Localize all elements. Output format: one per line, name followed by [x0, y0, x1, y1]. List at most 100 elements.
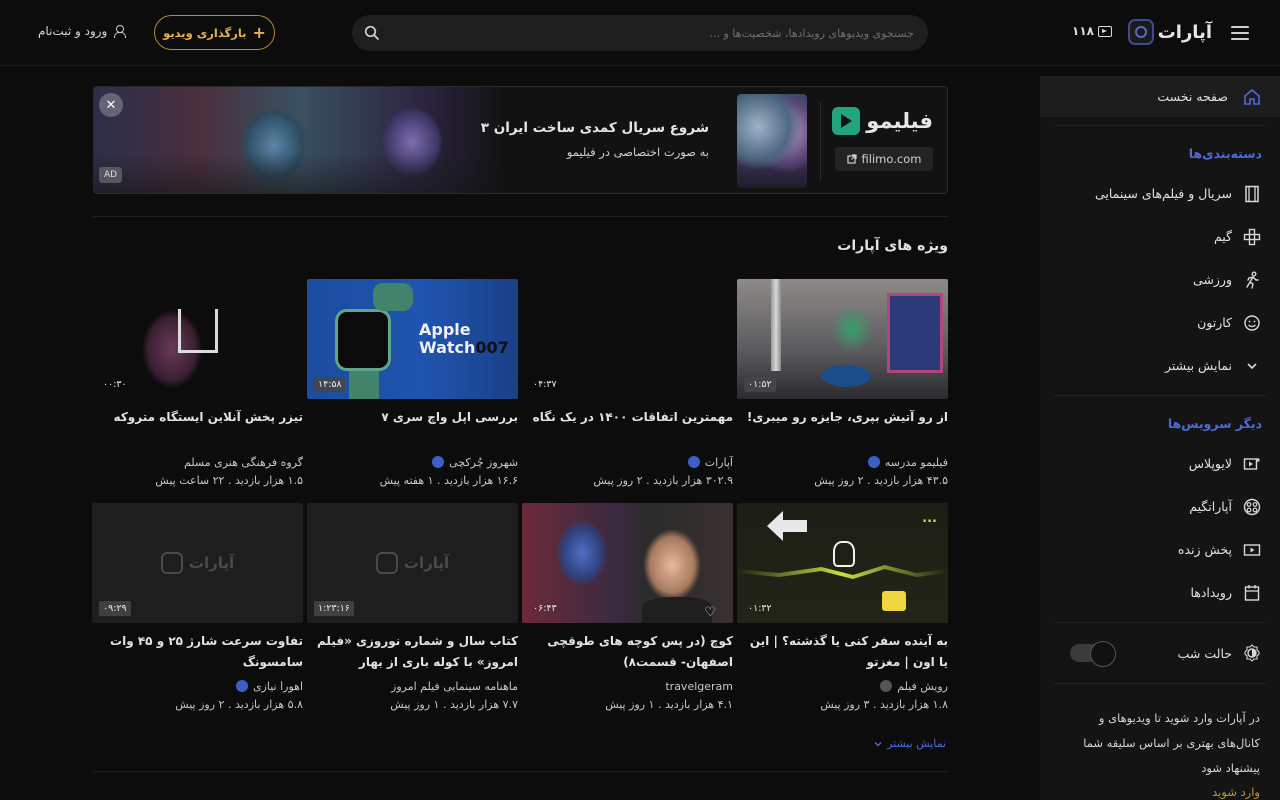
filimo-logo-text: فیلیمو — [866, 109, 933, 133]
video-thumbnail[interactable]: آپارات ۱:۲۳:۱۶ — [307, 503, 518, 623]
search-icon[interactable] — [364, 25, 380, 41]
sidebar-item-aparatgame[interactable]: آپاراتگیم — [1040, 485, 1280, 528]
verified-badge-icon — [880, 680, 893, 692]
upload-video-button[interactable]: + بارگذاری ویدیو — [154, 15, 275, 50]
night-mode-toggle[interactable] — [1070, 641, 1116, 667]
video-title[interactable]: به آینده سفر کنی یا گذشته؟ | این یا اون … — [737, 631, 948, 673]
verified-badge-icon — [235, 680, 248, 692]
external-link-icon — [846, 154, 857, 164]
channel-name: رویش فیلم — [897, 679, 948, 693]
placeholder-logo-text: آپارات — [403, 554, 450, 572]
home-icon — [1242, 87, 1262, 107]
video-channel[interactable]: فیلیمو مدرسه — [737, 453, 948, 471]
video-title[interactable]: کوچ (در پس کوچه های طوقچی اصفهان- قسمت۸) — [522, 631, 733, 673]
filimo-link-button[interactable]: filimo.com — [835, 147, 933, 171]
sidebar-item-label: رویدادها — [1190, 585, 1232, 600]
sidebar-item-game[interactable]: گیم — [1040, 215, 1280, 258]
video-thumbnail[interactable]: آپارات ۰۹:۲۹ — [92, 503, 303, 623]
sidebar-item-home[interactable]: صفحه نخست — [1040, 76, 1280, 117]
smiley-icon — [1242, 313, 1262, 333]
live-icon — [1242, 540, 1262, 560]
view-count: ۱۶.۶ هزار بازدید — [444, 474, 518, 487]
video-card[interactable]: Apple Watch007 ۱۴:۵۸ بررسی اپل واچ سری ۷ … — [307, 279, 518, 487]
video-thumbnail[interactable]: Apple Watch007 ۱۴:۵۸ — [307, 279, 518, 399]
live-counter[interactable]: ۱۱۸ — [1072, 24, 1112, 38]
aparat-game-icon — [1242, 497, 1262, 517]
search-input[interactable] — [394, 15, 914, 51]
video-card[interactable]: ... ۰۱:۳۲ به آینده سفر کنی یا گذشته؟ | ا… — [737, 503, 948, 711]
sidebar-item-live[interactable]: پخش زنده — [1040, 528, 1280, 571]
categories-heading: دسته‌بندی‌ها — [1188, 145, 1262, 161]
sidebar-login-link[interactable]: وارد شوید — [1040, 781, 1280, 799]
video-title[interactable]: مهمترین اتفاقات ۱۴۰۰ در یک نگاه — [522, 407, 733, 449]
sidebar-item-label: لایوپلاس — [1188, 456, 1232, 471]
heart-icon[interactable]: ♡ — [702, 605, 716, 620]
video-channel[interactable]: travelgeram — [522, 677, 733, 695]
video-meta: ۷.۷ هزار بازدید . ۱ روز پیش — [390, 698, 518, 711]
video-channel[interactable]: اهورا نیازی — [92, 677, 303, 695]
verified-badge-icon — [867, 456, 880, 468]
banner-poster — [737, 94, 807, 188]
sidebar-show-more[interactable]: نمایش بیشتر — [1040, 344, 1280, 387]
upload-age: ۲ روز پیش — [814, 474, 864, 487]
login-button[interactable]: ورود و ثبت‌نام — [38, 24, 127, 38]
aparat-logo[interactable]: آپارات — [1127, 18, 1212, 46]
upload-age: ۳ روز پیش — [820, 698, 870, 711]
video-card[interactable]: ۰۰:۳۰ تیزر پخش آنلاین ایستگاه متروکه گرو… — [92, 279, 303, 487]
sidebar-item-sports[interactable]: ورزشی — [1040, 258, 1280, 301]
show-more-link[interactable]: نمایش بیشتر — [873, 737, 946, 750]
divider — [93, 771, 948, 772]
film-icon — [1242, 184, 1262, 204]
video-icon — [1098, 25, 1112, 37]
hamburger-menu-icon[interactable] — [1228, 22, 1252, 42]
runner-icon — [1242, 270, 1262, 290]
sidebar-item-cartoon[interactable]: کارتون — [1040, 301, 1280, 344]
verified-badge-icon — [687, 456, 700, 468]
video-card[interactable]: ♡ ۰۶:۴۳ کوچ (در پس کوچه های طوقچی اصفهان… — [522, 503, 733, 711]
video-meta: ۱۶.۶ هزار بازدید . ۱ هفته پیش — [379, 474, 518, 487]
video-meta: ۱.۵ هزار بازدید . ۲۲ ساعت پیش — [155, 474, 303, 487]
video-title[interactable]: بررسی اپل واچ سری ۷ — [307, 407, 518, 449]
divider — [1054, 622, 1266, 623]
video-channel[interactable]: ماهنامه سینمایی فیلم امروز — [307, 677, 518, 695]
search-bar — [352, 15, 928, 51]
brightness-icon — [1242, 643, 1262, 663]
gamepad-icon — [1242, 227, 1262, 247]
video-card[interactable]: آپارات ۰۹:۲۹ تفاوت سرعت شارژ ۲۵ و ۴۵ وات… — [92, 503, 303, 711]
video-channel[interactable]: گروه فرهنگی هنری مسلم — [92, 453, 303, 471]
sidebar-item-liveplus[interactable]: لایوپلاس — [1040, 442, 1280, 485]
aparat-logo-icon — [160, 552, 183, 574]
sidebar-item-events[interactable]: رویدادها — [1040, 571, 1280, 614]
video-thumbnail[interactable]: ♡ ۰۶:۴۳ — [522, 503, 733, 623]
video-channel[interactable]: شهروز چُرکچی — [307, 453, 518, 471]
aparat-logo-icon — [375, 552, 398, 574]
video-duration: ۰۶:۴۳ — [533, 603, 557, 614]
video-thumbnail[interactable]: ۰۴:۳۷ — [522, 279, 733, 399]
video-card[interactable]: آپارات ۱:۲۳:۱۶ کتاب سال و شماره نوروزی «… — [307, 503, 518, 711]
video-channel[interactable]: آپارات — [522, 453, 733, 471]
section-title: ویژه های آپارات — [837, 238, 948, 254]
video-title[interactable]: تیزر پخش آنلاین ایستگاه متروکه — [92, 407, 303, 449]
aparat-logo-icon — [1127, 19, 1154, 45]
video-title[interactable]: تفاوت سرعت شارژ ۲۵ و ۴۵ وات سامسونگ — [92, 631, 303, 673]
video-thumbnail[interactable]: ۰۰:۳۰ — [92, 279, 303, 399]
video-channel[interactable]: رویش فیلم — [737, 677, 948, 695]
video-card[interactable]: ۰۴:۳۷ مهمترین اتفاقات ۱۴۰۰ در یک نگاه آپ… — [522, 279, 733, 487]
view-count: ۷.۷ هزار بازدید — [449, 698, 518, 711]
video-card[interactable]: ۰۱:۵۲ از رو آتیش بپری، جایزه رو میبری! ف… — [737, 279, 948, 487]
view-count: ۴۳.۵ هزار بازدید — [874, 474, 948, 487]
video-title[interactable]: کتاب سال و شماره نوروزی «فیلم امروز» با … — [307, 631, 518, 673]
video-title[interactable]: از رو آتیش بپری، جایزه رو میبری! — [737, 407, 948, 449]
view-count: ۱.۸ هزار بازدید — [879, 698, 948, 711]
show-more-label: نمایش بیشتر — [887, 737, 946, 750]
banner-image — [94, 87, 504, 193]
live-count: ۱۱۸ — [1072, 24, 1094, 38]
video-thumbnail[interactable]: ۰۱:۵۲ — [737, 279, 948, 399]
ad-banner[interactable]: ✕ AD شروع سریال کمدی ساخت ایران ۳ به صور… — [93, 86, 948, 194]
chevron-down-icon — [1242, 356, 1262, 376]
close-icon[interactable]: ✕ — [99, 93, 123, 117]
divider — [820, 102, 821, 180]
video-duration: ۰۴:۳۷ — [533, 379, 557, 390]
video-thumbnail[interactable]: ... ۰۱:۳۲ — [737, 503, 948, 623]
sidebar-item-movies[interactable]: سریال و فیلم‌های سینمایی — [1040, 172, 1280, 215]
